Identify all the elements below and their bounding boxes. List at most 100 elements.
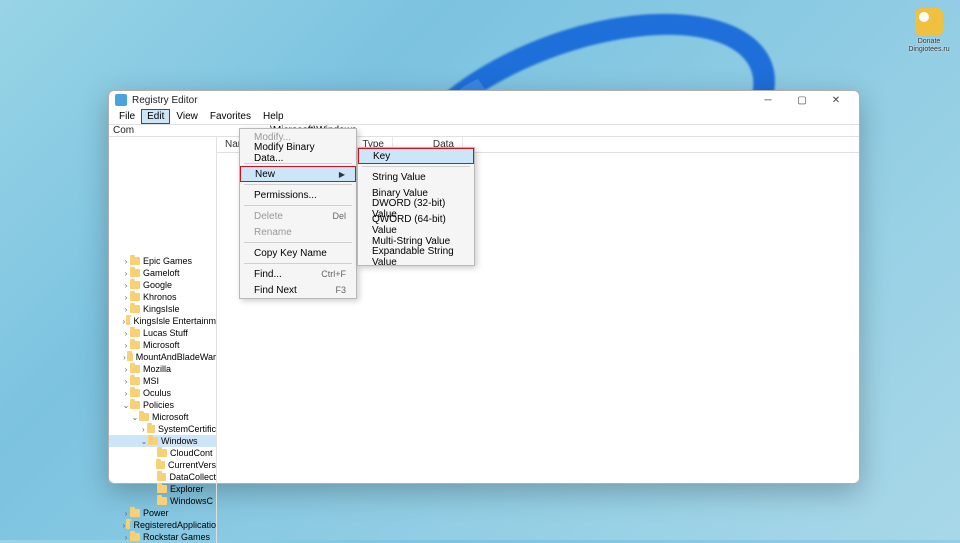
expand-icon[interactable]: ›: [122, 269, 130, 278]
tree-node[interactable]: ›Rockstar Games: [109, 531, 216, 543]
menu-file[interactable]: File: [113, 109, 141, 124]
tree-node[interactable]: Explorer: [109, 483, 216, 495]
close-button[interactable]: ✕: [819, 91, 853, 109]
submenu-item-string[interactable]: String Value: [358, 169, 474, 185]
registry-tree[interactable]: ›Epic Games›Gameloft›Google›Khronos›King…: [109, 137, 217, 543]
tree-node[interactable]: › Oculus: [109, 387, 216, 399]
maximize-button[interactable]: ▢: [785, 91, 819, 109]
menu-view[interactable]: View: [170, 109, 204, 124]
tree-node-label: DataCollect: [169, 472, 216, 482]
address-bar[interactable]: Com \Microsoft\Windows: [109, 125, 859, 137]
tree-node-label: Explorer: [170, 484, 204, 494]
tree-node-label: Policies: [143, 400, 174, 410]
menubar: File Edit View Favorites Help: [109, 109, 859, 125]
minimize-button[interactable]: ─: [751, 91, 785, 109]
tree-node[interactable]: ›RegisteredApplicatio: [109, 519, 216, 531]
tree-node[interactable]: › Power: [109, 507, 216, 519]
folder-icon: [126, 521, 131, 529]
tree-node[interactable]: ›Mozilla: [109, 363, 216, 375]
tree-node[interactable]: ⌄ Microsoft: [109, 411, 216, 423]
app-icon: [915, 8, 943, 36]
tree-node[interactable]: WindowsC: [109, 495, 216, 507]
folder-icon: [130, 305, 140, 313]
submenu-item-key[interactable]: Key: [358, 148, 474, 164]
tree-node[interactable]: ›MSI: [109, 375, 216, 387]
tree-node[interactable]: › Epic Games: [109, 255, 216, 267]
tree-node-label: WindowsC: [170, 496, 213, 506]
tree-node[interactable]: ⌄ Windows: [109, 435, 216, 447]
menu-item-permissions[interactable]: Permissions...: [240, 187, 356, 203]
menu-favorites[interactable]: Favorites: [204, 109, 257, 124]
expand-icon[interactable]: ›: [122, 389, 130, 398]
tree-node-label: Epic Games: [143, 256, 192, 266]
tree-node-label: Oculus: [143, 388, 171, 398]
menu-item-copy-key-name[interactable]: Copy Key Name: [240, 245, 356, 261]
tree-node-label: Microsoft: [152, 412, 189, 422]
tree-node[interactable]: ⌄ Policies: [109, 399, 216, 411]
collapse-icon[interactable]: ⌄: [140, 437, 148, 446]
menu-item-modify-binary[interactable]: Modify Binary Data...: [240, 145, 356, 161]
expand-icon[interactable]: ›: [122, 257, 130, 266]
menu-separator: [244, 242, 352, 243]
expand-icon[interactable]: ›: [122, 341, 130, 350]
tree-node[interactable]: ›Gameloft: [109, 267, 216, 279]
menu-separator: [244, 263, 352, 264]
menu-item-find[interactable]: Find...Ctrl+F: [240, 266, 356, 282]
tree-node-label: SystemCertific: [158, 424, 216, 434]
folder-icon: [130, 329, 140, 337]
collapse-icon[interactable]: ⌄: [131, 413, 139, 422]
tree-node[interactable]: › Microsoft: [109, 339, 216, 351]
submenu-item-qword[interactable]: QWORD (64-bit) Value: [358, 217, 474, 233]
folder-icon: [127, 353, 133, 361]
expand-icon[interactable]: ›: [122, 365, 130, 374]
expand-icon[interactable]: ›: [122, 533, 130, 542]
tree-node[interactable]: ›KingsIsle Entertainm: [109, 315, 216, 327]
folder-icon: [130, 281, 140, 289]
tree-node-label: Google: [143, 280, 172, 290]
tree-node[interactable]: › KingsIsle: [109, 303, 216, 315]
folder-icon: [130, 269, 140, 277]
tree-node-label: Power: [143, 508, 169, 518]
expand-icon[interactable]: ›: [122, 377, 130, 386]
collapse-icon[interactable]: ⌄: [122, 401, 130, 410]
tree-node-label: KingsIsle Entertainm: [133, 316, 216, 326]
submenu-item-expandable-string[interactable]: Expandable String Value: [358, 249, 474, 265]
tree-node[interactable]: › Khronos: [109, 291, 216, 303]
tree-node-label: Khronos: [143, 292, 177, 302]
folder-icon: [130, 509, 140, 517]
tree-node-label: CurrentVers: [168, 460, 216, 470]
tree-node[interactable]: CurrentVers: [109, 459, 216, 471]
menu-edit[interactable]: Edit: [141, 109, 170, 124]
tree-node-label: Windows: [161, 436, 198, 446]
expand-icon[interactable]: ›: [140, 425, 147, 434]
folder-icon: [130, 365, 140, 373]
menu-item-new[interactable]: New▶: [240, 166, 356, 182]
content-area: ›Epic Games›Gameloft›Google›Khronos›King…: [109, 137, 859, 543]
menu-item-find-next[interactable]: Find NextF3: [240, 282, 356, 298]
tree-node[interactable]: DataCollect: [109, 471, 216, 483]
tree-node[interactable]: ›MountAndBladeWar: [109, 351, 216, 363]
folder-icon: [130, 293, 140, 301]
expand-icon[interactable]: ›: [122, 293, 130, 302]
expand-icon[interactable]: ›: [122, 281, 130, 290]
tree-node-label: MountAndBladeWar: [136, 352, 216, 362]
folder-icon: [130, 389, 140, 397]
expand-icon[interactable]: ›: [122, 509, 130, 518]
tree-node-label: CloudCont: [170, 448, 213, 458]
tree-node-label: Microsoft: [143, 340, 180, 350]
expand-icon[interactable]: ›: [122, 329, 130, 338]
tree-node[interactable]: › SystemCertific: [109, 423, 216, 435]
desktop-shortcut[interactable]: Donate Dingiotees.ru: [908, 8, 950, 53]
folder-icon: [139, 413, 149, 421]
tree-node-label: KingsIsle: [143, 304, 180, 314]
folder-icon: [130, 401, 140, 409]
menu-help[interactable]: Help: [257, 109, 290, 124]
tree-node[interactable]: › Google: [109, 279, 216, 291]
folder-icon: [126, 317, 131, 325]
window-title: Registry Editor: [132, 95, 198, 106]
tree-node[interactable]: ›Lucas Stuff: [109, 327, 216, 339]
tree-node[interactable]: CloudCont: [109, 447, 216, 459]
titlebar[interactable]: Registry Editor ─ ▢ ✕: [109, 91, 859, 109]
folder-icon: [156, 461, 165, 469]
expand-icon[interactable]: ›: [122, 305, 130, 314]
